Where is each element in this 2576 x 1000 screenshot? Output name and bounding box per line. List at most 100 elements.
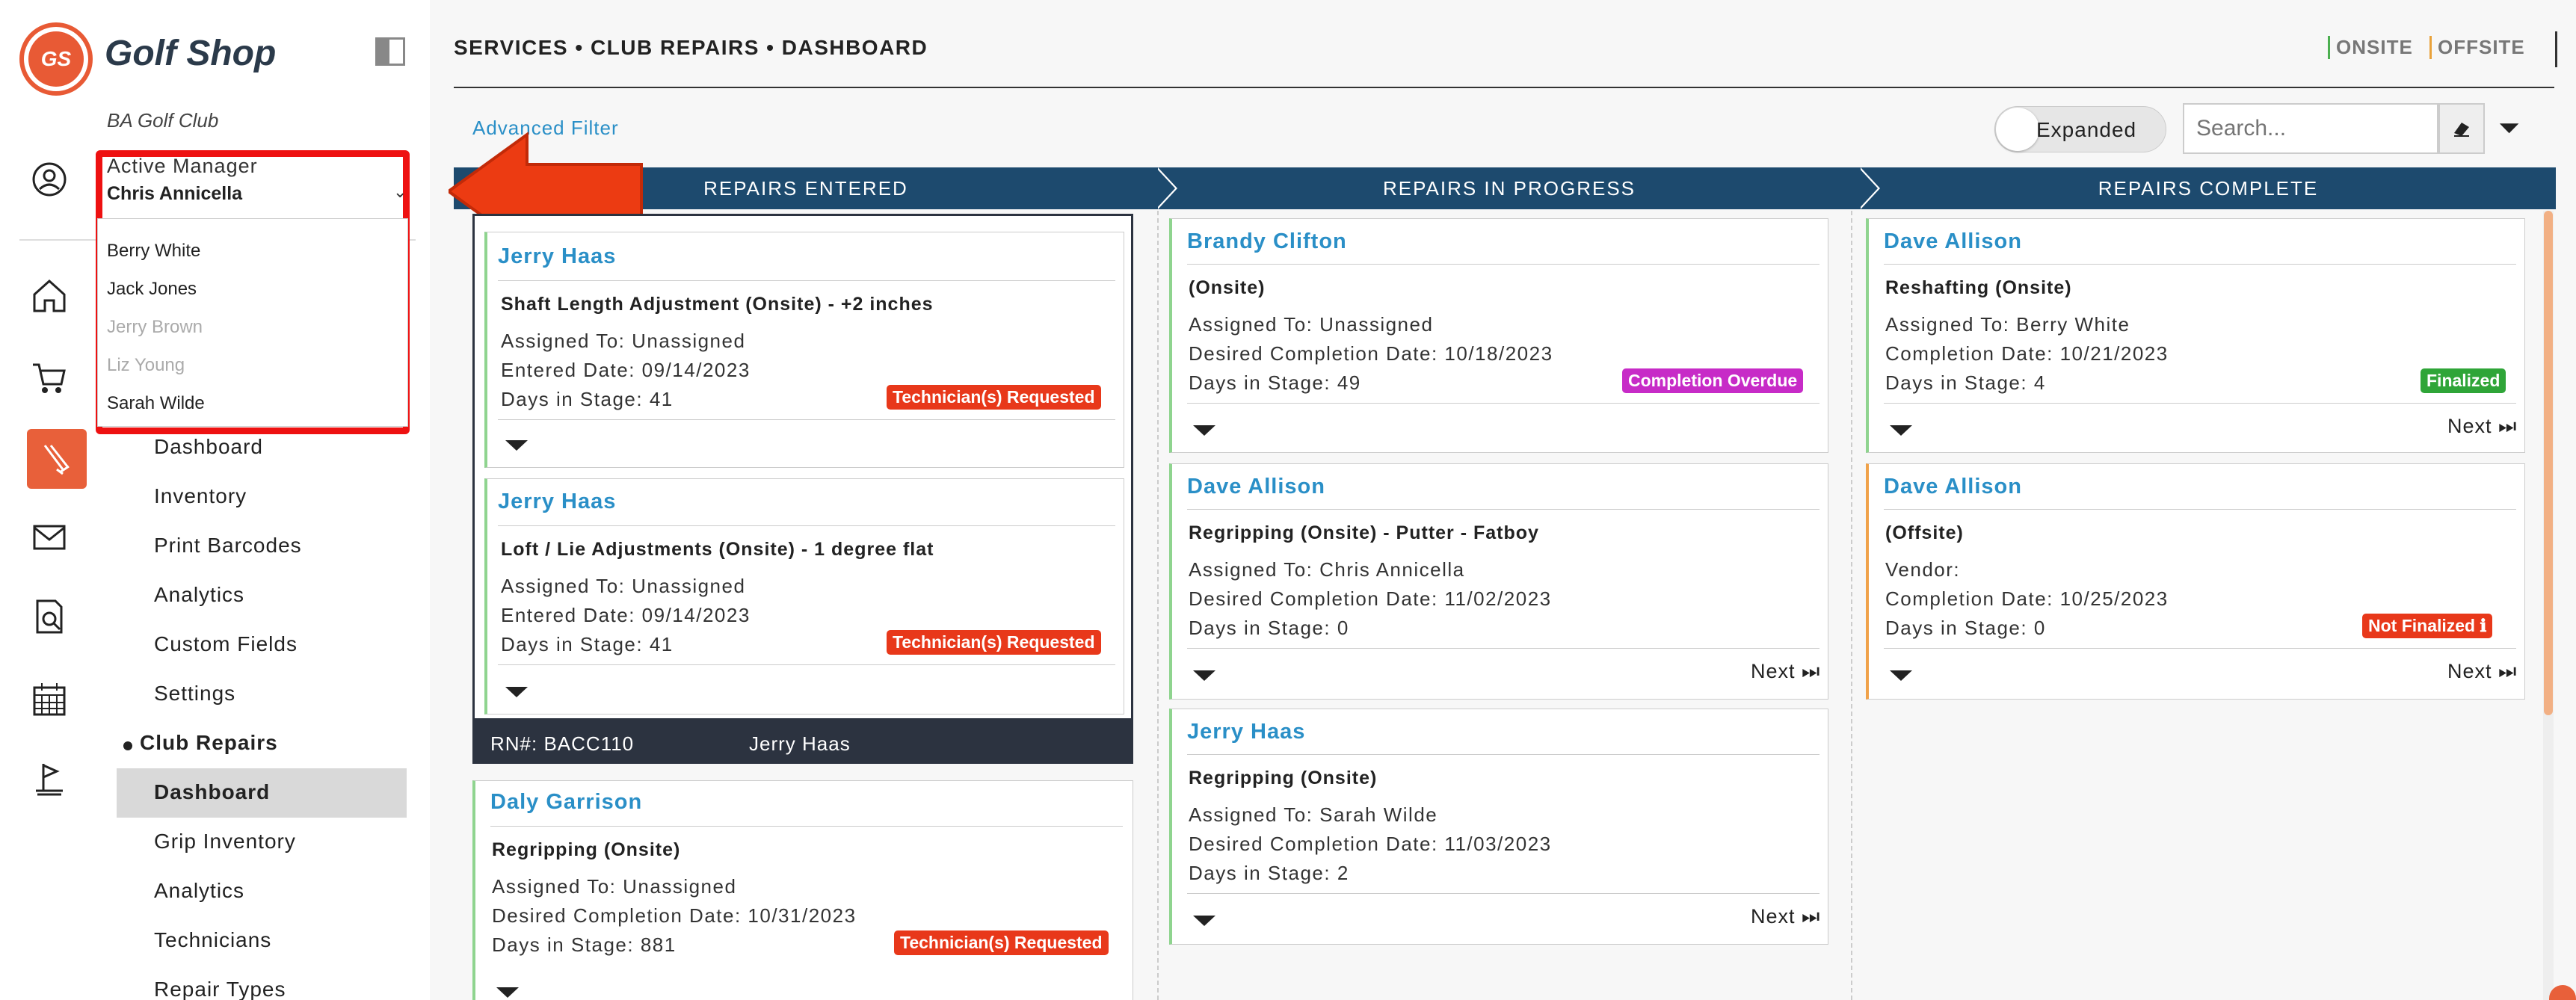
assigned-to: Assigned To: Unassigned — [501, 575, 746, 597]
nav-dashboard[interactable]: Dashboard — [154, 435, 263, 459]
next-step-icon: ⏭ — [2498, 415, 2518, 437]
repair-card[interactable]: Brandy Clifton (Onsite) Assigned To: Una… — [1169, 218, 1828, 453]
repair-title: Regripping (Onsite) — [492, 839, 681, 860]
section-bullet — [123, 741, 132, 750]
card-divider — [498, 664, 1115, 665]
days-in-stage: Days in Stage: 41 — [501, 388, 674, 410]
eraser-icon[interactable] — [2438, 103, 2485, 154]
column-separator — [1156, 167, 1175, 209]
repair-card[interactable]: Dave Allison Regripping (Onsite) - Putte… — [1169, 463, 1828, 700]
repair-customer: Jerry Haas — [749, 732, 851, 755]
card-divider — [1884, 509, 2516, 510]
entered-date: Entered Date: 09/14/2023 — [501, 359, 751, 381]
nav-settings[interactable]: Settings — [154, 682, 235, 706]
customer-name[interactable]: Jerry Haas — [498, 244, 616, 269]
expand-caret-icon[interactable] — [1193, 916, 1215, 926]
card-divider — [498, 419, 1115, 420]
expand-caret-icon[interactable] — [1890, 425, 1912, 436]
customer-name[interactable]: Jerry Haas — [1187, 720, 1305, 744]
logo-icon[interactable]: GS — [28, 31, 84, 87]
expand-caret-icon[interactable] — [1890, 670, 1912, 681]
customer-name[interactable]: Brandy Clifton — [1187, 229, 1347, 254]
repair-number: RN#: BACC110 — [490, 732, 635, 755]
cart-icon[interactable] — [27, 356, 72, 401]
repair-title: (Onsite) — [1189, 277, 1266, 298]
nav-technicians[interactable]: Technicians — [154, 928, 271, 952]
header-divider — [2555, 31, 2557, 67]
sidebar-collapse-icon[interactable] — [375, 37, 405, 66]
desired-completion-date: Desired Completion Date: 10/31/2023 — [492, 904, 857, 927]
days-in-stage: Days in Stage: 49 — [1189, 371, 1361, 394]
repair-card[interactable]: Dave Allison (Offsite) Vendor: Completio… — [1866, 463, 2525, 700]
repair-title: Shaft Length Adjustment (Onsite) - +2 in… — [501, 294, 934, 315]
calendar-icon[interactable] — [27, 677, 72, 722]
golf-clubs-icon[interactable] — [27, 429, 87, 489]
scrollbar-thumb[interactable] — [2544, 211, 2553, 715]
repair-card[interactable]: Jerry Haas Shaft Length Adjustment (Onsi… — [484, 232, 1124, 468]
chevron-down-icon[interactable]: ⌄ — [393, 182, 407, 202]
active-manager-select[interactable]: Chris Annicella — [107, 183, 242, 205]
search-document-icon[interactable] — [27, 595, 72, 640]
flag-icon[interactable] — [27, 758, 72, 803]
nav-repair-types[interactable]: Repair Types — [154, 978, 286, 1000]
nav-inventory[interactable]: Inventory — [154, 484, 247, 508]
entered-date: Entered Date: 09/14/2023 — [501, 604, 751, 626]
active-manager-label: Active Manager — [107, 155, 258, 177]
mail-icon[interactable] — [27, 514, 72, 559]
expand-caret-icon[interactable] — [1193, 425, 1215, 436]
nav-section-club-repairs[interactable]: Club Repairs — [140, 731, 278, 755]
customer-name[interactable]: Dave Allison — [1884, 475, 2022, 499]
customer-name[interactable]: Dave Allison — [1187, 475, 1325, 499]
manager-option[interactable]: Jack Jones — [107, 279, 197, 300]
next-button[interactable]: Next ⏭ — [1751, 660, 1820, 684]
nav-grip-inventory[interactable]: Grip Inventory — [154, 830, 296, 854]
nav-analytics[interactable]: Analytics — [154, 583, 244, 607]
expand-caret-icon[interactable] — [496, 987, 519, 998]
manager-option[interactable]: Sarah Wilde — [107, 393, 205, 414]
column-separator — [1858, 167, 1878, 209]
expand-caret-icon[interactable] — [1193, 670, 1215, 681]
assigned-to: Assigned To: Berry White — [1885, 313, 2130, 336]
column-divider — [1851, 211, 1852, 1000]
home-icon[interactable] — [27, 274, 72, 318]
customer-name[interactable]: Dave Allison — [1884, 229, 2022, 254]
next-button[interactable]: Next ⏭ — [2447, 415, 2517, 439]
days-in-stage: Days in Stage: 2 — [1189, 862, 1349, 884]
expand-caret-icon[interactable] — [505, 687, 528, 697]
next-label: Next — [2447, 660, 2492, 682]
days-in-stage: Days in Stage: 0 — [1885, 617, 2046, 639]
customer-name[interactable]: Jerry Haas — [498, 490, 616, 514]
next-button[interactable]: Next ⏭ — [1751, 905, 1820, 929]
card-divider — [1884, 264, 2516, 265]
nav-print-barcodes[interactable]: Print Barcodes — [154, 534, 302, 558]
onsite-filter[interactable]: ONSITE — [2328, 36, 2413, 59]
header-underline — [454, 87, 2554, 88]
toggle-knob[interactable] — [1996, 108, 2039, 151]
card-divider — [1884, 648, 2516, 649]
repair-card[interactable]: Daly Garrison Regripping (Onsite) Assign… — [472, 780, 1133, 1000]
desired-completion-date: Desired Completion Date: 11/02/2023 — [1189, 587, 1552, 610]
customer-name[interactable]: Daly Garrison — [490, 790, 642, 815]
search-options-caret-icon[interactable]: ⏷ — [2498, 112, 2520, 144]
days-in-stage: Days in Stage: 4 — [1885, 371, 2046, 394]
search-input[interactable] — [2183, 103, 2438, 154]
status-badge: Completion Overdue — [1622, 368, 1804, 393]
repair-card[interactable]: Dave Allison Reshafting (Onsite) Assigne… — [1866, 218, 2525, 453]
nav-custom-fields[interactable]: Custom Fields — [154, 632, 298, 656]
assigned-to: Assigned To: Unassigned — [501, 330, 746, 352]
card-divider — [1187, 754, 1819, 755]
card-divider — [1187, 509, 1819, 510]
brand-name[interactable]: Golf Shop — [105, 33, 276, 74]
repair-card[interactable]: Jerry Haas Loft / Lie Adjustments (Onsit… — [484, 478, 1124, 714]
nav-club-repairs-dashboard[interactable]: Dashboard — [154, 780, 270, 804]
user-icon[interactable] — [27, 157, 72, 202]
manager-option[interactable]: Berry White — [107, 241, 200, 262]
card-divider — [1187, 648, 1819, 649]
expand-caret-icon[interactable] — [505, 440, 528, 451]
repair-card[interactable]: Jerry Haas Regripping (Onsite) Assigned … — [1169, 709, 1828, 945]
next-button[interactable]: Next ⏭ — [2447, 660, 2517, 684]
nav-club-repairs-analytics[interactable]: Analytics — [154, 879, 244, 903]
column-divider — [1157, 211, 1159, 1000]
offsite-filter[interactable]: OFFSITE — [2429, 36, 2525, 59]
card-divider — [1187, 893, 1819, 894]
